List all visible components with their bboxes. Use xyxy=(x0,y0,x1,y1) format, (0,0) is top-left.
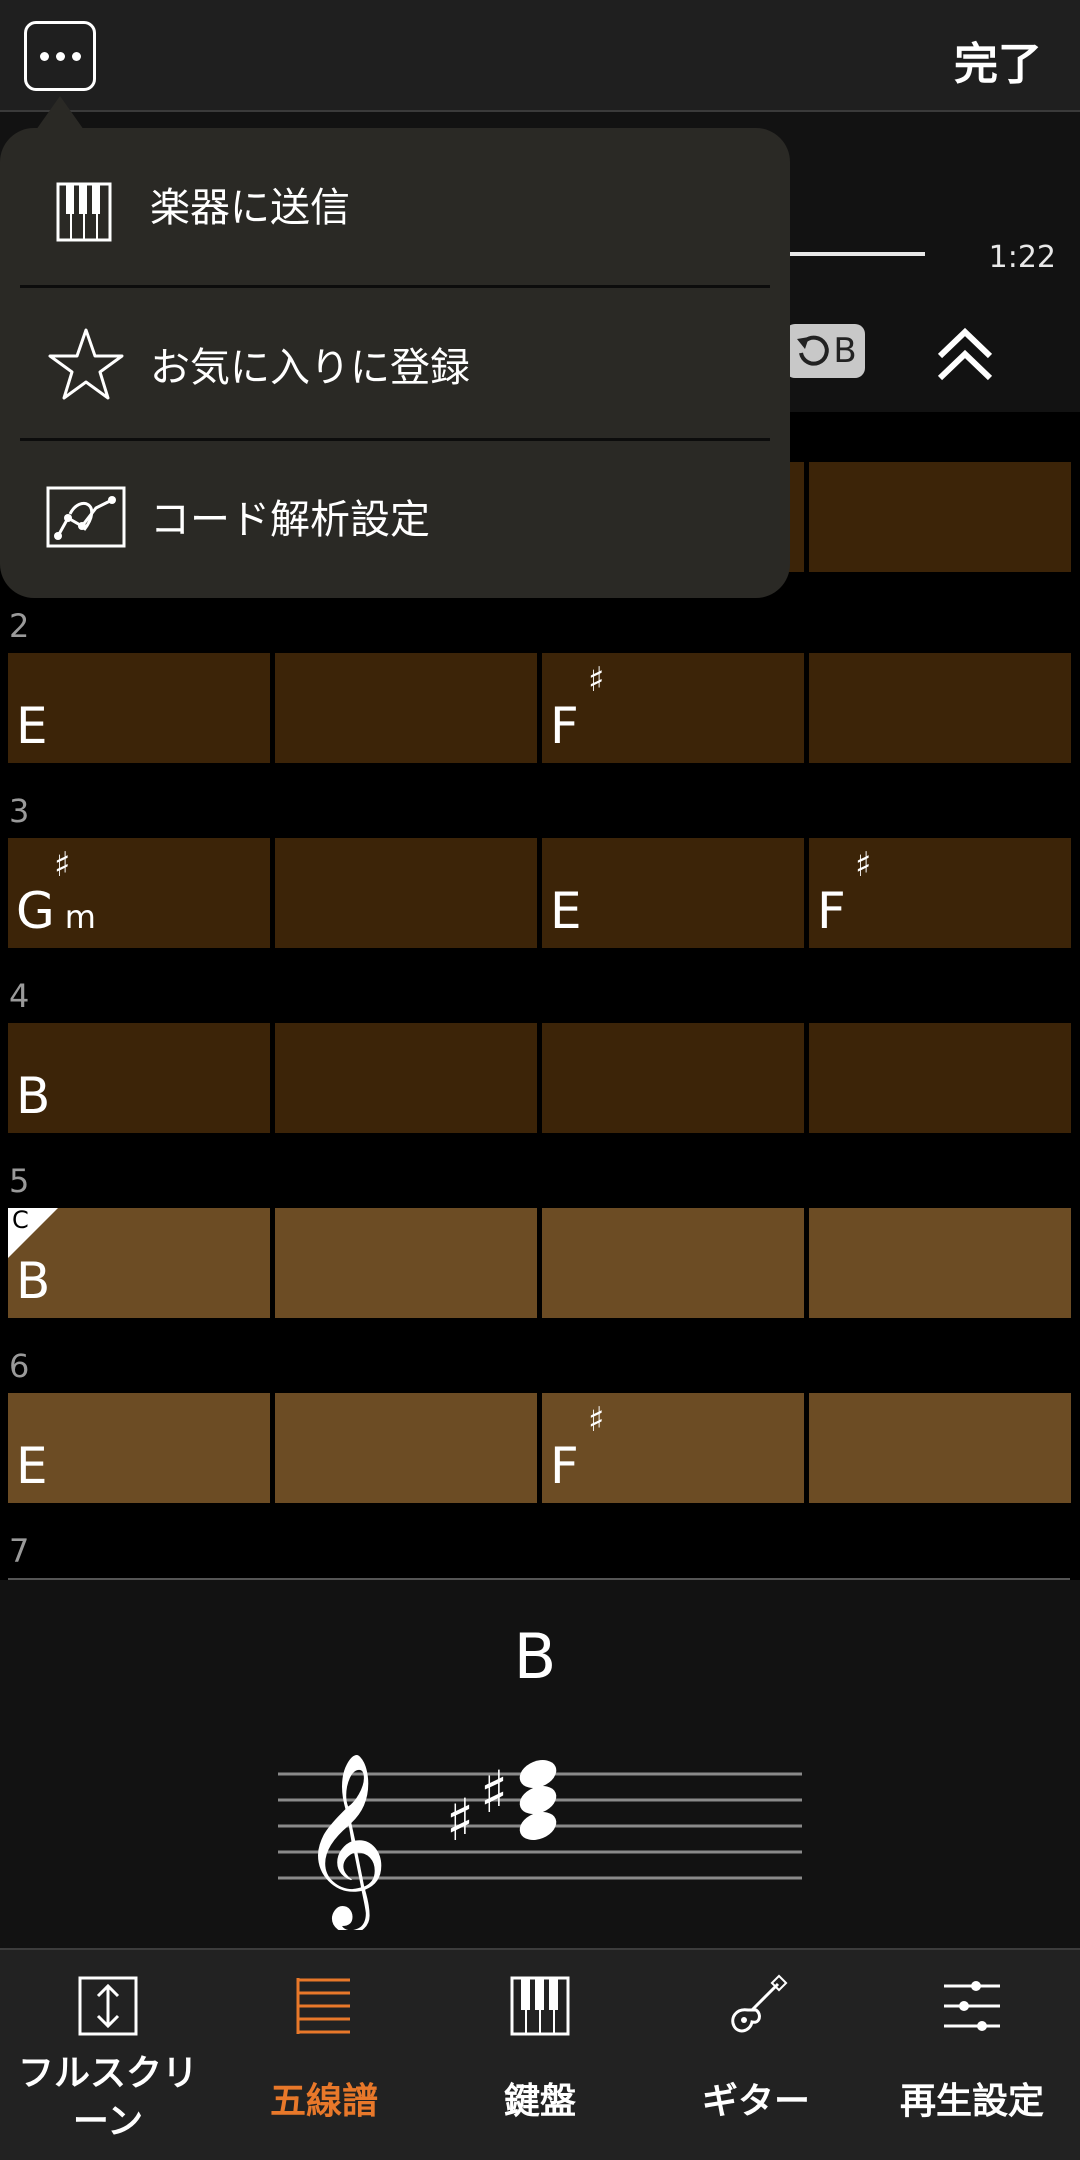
bottom-nav: フルスクリーン 五線譜 鍵盤 ギター 再生設定 xyxy=(0,1948,1080,2160)
guitar-icon xyxy=(731,1974,788,2033)
ab-repeat-label: B xyxy=(833,331,857,371)
nav-label: フルスクリーン xyxy=(17,2053,198,2142)
nav-label: 五線譜 xyxy=(269,2081,378,2122)
chord-label: F ♯ xyxy=(817,845,872,940)
chord-cell[interactable]: G ♯ m xyxy=(8,838,270,948)
bar-number: 3 xyxy=(9,792,30,830)
nav-item-staff[interactable]: 五線譜 xyxy=(216,1950,432,2160)
options-menu: 楽器に送信 お気に入りに登録 コード解析設定 xyxy=(0,128,790,598)
bar-row: 7 xyxy=(0,1532,1080,1580)
chord-cell[interactable] xyxy=(809,462,1071,572)
chord-label: E xyxy=(16,697,48,755)
star-icon xyxy=(48,328,124,400)
bar-row: 5 C B xyxy=(0,1162,1080,1347)
dot-icon xyxy=(39,51,49,61)
menu-item-send-to-instrument[interactable]: 楽器に送信 xyxy=(0,128,790,280)
sharp-icon: ♯ xyxy=(446,1786,474,1854)
chord-label: B xyxy=(16,1067,51,1125)
chord-cell[interactable]: E xyxy=(542,838,804,948)
menu-item-add-favorite[interactable]: お気に入りに登録 xyxy=(0,288,790,440)
playback-time: 1:22 xyxy=(988,240,1056,275)
nav-item-keyboard[interactable]: 鍵盤 xyxy=(432,1950,648,2160)
chord-cell[interactable] xyxy=(275,838,537,948)
chord-analysis-icon xyxy=(46,486,126,548)
menu-item-label: 楽器に送信 xyxy=(150,185,350,231)
top-bar: 完了 xyxy=(0,0,1080,112)
nav-item-playback-settings[interactable]: 再生設定 xyxy=(864,1950,1080,2160)
sharp-icon: ♯ xyxy=(480,1758,508,1826)
bar-row: 6 E F ♯ xyxy=(0,1347,1080,1532)
sliders-icon xyxy=(944,1981,1000,2031)
section-marker: C xyxy=(8,1206,58,1258)
chord-cell[interactable] xyxy=(809,653,1071,763)
chord-cell[interactable] xyxy=(809,1023,1071,1133)
chord-cell[interactable]: E xyxy=(8,653,270,763)
nav-label: 再生設定 xyxy=(899,2081,1044,2122)
repeat-icon xyxy=(797,335,830,366)
chord-cell[interactable] xyxy=(275,1023,537,1133)
chord-cell[interactable] xyxy=(542,1023,804,1133)
nav-item-fullscreen[interactable]: フルスクリーン xyxy=(0,1950,216,2160)
chord-label: F ♯ xyxy=(550,660,605,755)
more-options-button[interactable] xyxy=(24,21,96,91)
chord-cell[interactable] xyxy=(275,1208,537,1318)
nav-item-guitar[interactable]: ギター xyxy=(648,1950,864,2160)
chord-cell[interactable] xyxy=(275,653,537,763)
bar-number: 2 xyxy=(9,607,30,645)
bar-number: 6 xyxy=(9,1347,30,1385)
chord-cell[interactable]: F ♯ xyxy=(542,1393,804,1503)
chord-cell[interactable] xyxy=(809,1393,1071,1503)
bar-row: 3 G ♯ m E F ♯ xyxy=(0,792,1080,977)
ab-repeat-button[interactable]: B xyxy=(785,324,865,378)
chord-label: E xyxy=(16,1437,48,1495)
chord-cell[interactable] xyxy=(809,1208,1071,1318)
collapse-chevron-icon[interactable] xyxy=(930,320,1000,390)
chord-label: B xyxy=(16,1252,51,1310)
bar-number: 5 xyxy=(9,1162,30,1200)
chord-label: E xyxy=(550,882,582,940)
done-button[interactable]: 完了 xyxy=(954,28,1042,92)
current-chord-name: B xyxy=(513,1620,557,1693)
nav-label: ギター xyxy=(701,2081,810,2122)
notation-panel: B 𝄞 ♯ ♯ xyxy=(0,1580,1080,1948)
menu-item-label: コード解析設定 xyxy=(150,497,430,543)
chord-cell[interactable]: F ♯ xyxy=(542,653,804,763)
bar-row: 4 B xyxy=(0,977,1080,1162)
chord-cell[interactable] xyxy=(275,1393,537,1503)
bar-number: 7 xyxy=(9,1532,30,1570)
treble-clef-icon: 𝄞 xyxy=(300,1752,389,1930)
keyboard-icon xyxy=(510,1976,570,2036)
bar-number: 4 xyxy=(9,977,30,1015)
chord-cell[interactable]: E xyxy=(8,1393,270,1503)
menu-item-label: お気に入りに登録 xyxy=(150,345,470,391)
note-head xyxy=(519,1812,557,1840)
chord-label: G ♯ m xyxy=(16,845,96,940)
staff-icon xyxy=(296,1978,350,2034)
chord-label: F ♯ xyxy=(550,1400,605,1495)
chord-cell[interactable]: C B xyxy=(8,1206,270,1318)
chord-cell[interactable]: B xyxy=(8,1023,270,1133)
fullscreen-icon xyxy=(78,1976,138,2036)
menu-item-chord-analysis-settings[interactable]: コード解析設定 xyxy=(0,440,790,592)
dot-icon xyxy=(55,51,65,61)
chord-cell[interactable]: F ♯ xyxy=(809,838,1071,948)
nav-label: 鍵盤 xyxy=(503,2081,576,2122)
keyboard-send-icon xyxy=(56,182,112,242)
staff-notation: 𝄞 ♯ ♯ xyxy=(278,1752,802,1930)
dot-icon xyxy=(71,51,81,61)
bar-row: 2 E F ♯ xyxy=(0,607,1080,792)
chord-cell[interactable] xyxy=(542,1208,804,1318)
menu-caret xyxy=(36,96,84,130)
